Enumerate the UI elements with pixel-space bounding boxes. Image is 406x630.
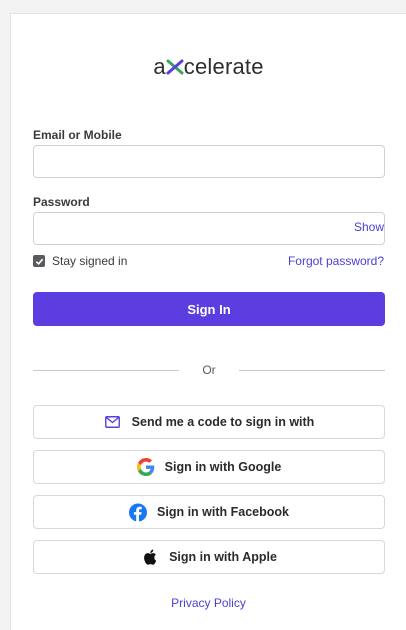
login-card: a celerate Email or Mobile Password Show … xyxy=(10,13,406,630)
facebook-icon xyxy=(129,503,148,521)
show-password-button[interactable]: Show xyxy=(354,220,384,234)
send-code-label: Send me a code to sign in with xyxy=(131,415,315,429)
stay-signed-in-label: Stay signed in xyxy=(52,254,128,268)
privacy-policy-link[interactable]: Privacy Policy xyxy=(11,596,406,610)
google-sign-in-button[interactable]: Sign in with Google xyxy=(33,450,385,484)
send-code-button[interactable]: Send me a code to sign in with xyxy=(33,405,385,439)
or-divider: Or xyxy=(33,363,385,377)
logo-x-icon xyxy=(166,59,184,75)
forgot-password-link[interactable]: Forgot password? xyxy=(288,254,384,268)
envelope-icon xyxy=(104,413,122,431)
axcelerate-logo: a celerate xyxy=(11,54,406,80)
email-field[interactable] xyxy=(33,145,385,178)
sign-in-button[interactable]: Sign In xyxy=(33,292,385,326)
apple-sign-in-label: Sign in with Apple xyxy=(169,550,277,564)
google-sign-in-label: Sign in with Google xyxy=(164,460,282,474)
divider-line-right xyxy=(239,370,385,371)
checkbox-checked-icon[interactable] xyxy=(33,255,45,267)
facebook-sign-in-button[interactable]: Sign in with Facebook xyxy=(33,495,385,529)
logo-text-left: a xyxy=(153,54,166,79)
apple-sign-in-button[interactable]: Sign in with Apple xyxy=(33,540,385,574)
logo-text-right: celerate xyxy=(183,54,264,79)
email-label: Email or Mobile xyxy=(33,128,122,142)
facebook-sign-in-label: Sign in with Facebook xyxy=(157,505,289,519)
password-label: Password xyxy=(33,195,90,209)
stay-signed-in-checkbox[interactable]: Stay signed in xyxy=(33,254,127,268)
password-field[interactable] xyxy=(33,212,385,245)
google-icon xyxy=(136,458,155,476)
apple-icon xyxy=(141,548,159,566)
